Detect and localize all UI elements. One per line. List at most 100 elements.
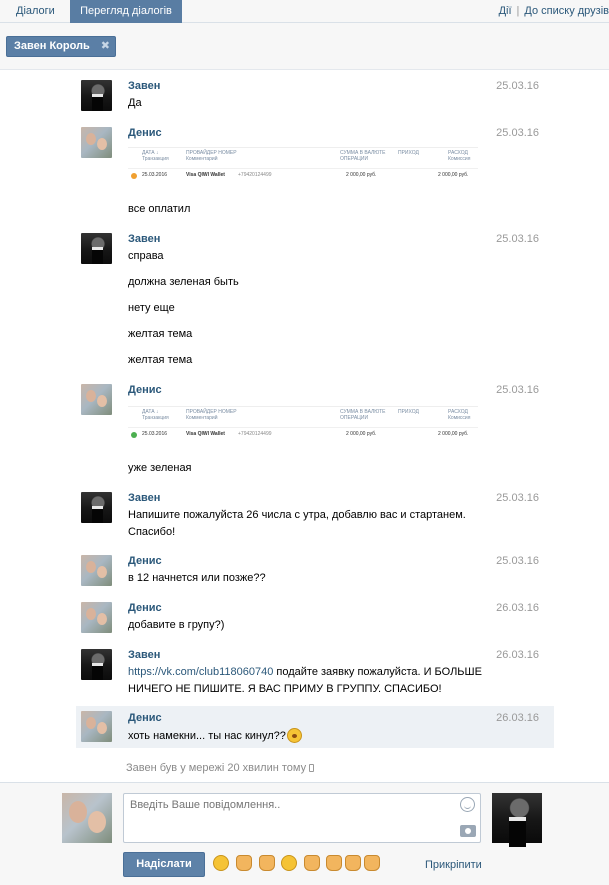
- message: Денис 26.03.16 добавите в групу?): [76, 600, 554, 640]
- message-author[interactable]: Завен: [128, 649, 160, 661]
- contact-filter-chip[interactable]: Завен Король ✖: [6, 36, 116, 57]
- message-text: Да: [128, 97, 142, 109]
- payment-number: +79420124499: [238, 172, 272, 178]
- group-link[interactable]: https://vk.com/club118060740: [128, 666, 273, 678]
- message-text: справа: [128, 250, 164, 262]
- check-icon: [131, 432, 137, 438]
- message-date: 25.03.16: [496, 233, 539, 245]
- message: Денис 25.03.16 ДАТА ↓ Транзакция ПРОВАЙД…: [76, 125, 554, 225]
- message-date: 25.03.16: [496, 80, 539, 92]
- separator: |: [516, 5, 520, 17]
- message-text: желтая тема: [128, 328, 193, 340]
- header-expense-sub: Комиссия: [448, 156, 471, 162]
- message-date: 26.03.16: [496, 649, 539, 661]
- message-author[interactable]: Денис: [128, 712, 162, 724]
- avatar[interactable]: [81, 555, 112, 586]
- message-author[interactable]: Денис: [128, 602, 162, 614]
- message-text: все оплатил: [128, 203, 191, 215]
- message: Завен 26.03.16 https://vk.com/club118060…: [76, 647, 554, 702]
- avatar[interactable]: [81, 233, 112, 264]
- message-text: НИЧЕГО НЕ ПИШИТЕ. Я ВАС ПРИМУ В ГРУППУ. …: [128, 683, 442, 695]
- message: Денис 25.03.16 ДАТА ↓ Транзакция ПРОВАЙД…: [76, 382, 554, 482]
- payment-header: ДАТА ↓ Транзакция ПРОВАЙДЕР НОМЕР Коммен…: [128, 409, 478, 423]
- recipient-avatar[interactable]: [492, 793, 542, 847]
- attach-button[interactable]: Прикріпити: [425, 859, 482, 871]
- avatar[interactable]: [81, 711, 112, 742]
- actions-link[interactable]: Дії: [499, 5, 512, 17]
- thumbs-up-icon[interactable]: [345, 855, 361, 871]
- chip-label: Завен Король: [14, 40, 90, 52]
- grinning-face-icon[interactable]: [281, 855, 297, 871]
- message-composer: Надіслати Прикріпити: [0, 782, 609, 885]
- message-author[interactable]: Завен: [128, 80, 160, 92]
- message-author[interactable]: Денис: [128, 555, 162, 567]
- payment-row: 25.03.2016 Visa QIWI Wallet +79420124499…: [128, 427, 478, 441]
- avatar[interactable]: [81, 80, 112, 111]
- payment-date: 25.03.2016: [142, 172, 168, 178]
- message-text-rest: подайте заявку пожалуйста. И БОЛЬШЕ: [273, 666, 482, 678]
- message-text: https://vk.com/club118060740 подайте зая…: [128, 666, 482, 678]
- message-date: 25.03.16: [496, 492, 539, 504]
- crying-face-icon[interactable]: [213, 855, 229, 871]
- to-friends-link[interactable]: До списку друзів: [524, 5, 609, 17]
- message-text: Спасибо!: [128, 526, 176, 538]
- message-author[interactable]: Завен: [128, 233, 160, 245]
- online-status: Завен був у мережі 20 хвилин тому: [126, 762, 315, 774]
- message-text: Напишите пожалуйста 26 числа с утра, доб…: [128, 509, 466, 521]
- pending-status-icon: [131, 173, 137, 179]
- status-text: Завен був у мережі 20 хвилин тому: [126, 762, 307, 774]
- avatar[interactable]: [81, 492, 112, 523]
- message-text: добавите в групу?): [128, 619, 225, 631]
- camera-icon[interactable]: [460, 825, 476, 837]
- payment-screenshot[interactable]: ДАТА ↓ Транзакция ПРОВАЙДЕР НОМЕР Коммен…: [128, 406, 478, 446]
- emoji-picker-icon[interactable]: [460, 797, 475, 812]
- header-sum-sub: ОПЕРАЦИИ: [340, 156, 369, 162]
- message-text: желтая тема: [128, 354, 193, 366]
- my-avatar[interactable]: [62, 793, 112, 843]
- message-date: 25.03.16: [496, 555, 539, 567]
- tab-dialogs[interactable]: Діалоги: [6, 0, 65, 23]
- message-text: в 12 начнется или позже??: [128, 572, 266, 584]
- message-text: уже зеленая: [128, 462, 192, 474]
- avatar[interactable]: [81, 649, 112, 680]
- thumbs-up-icon[interactable]: [236, 855, 252, 871]
- close-icon[interactable]: ✖: [101, 37, 110, 56]
- tab-dialog-view[interactable]: Перегляд діалогів: [70, 0, 182, 23]
- avatar[interactable]: [81, 602, 112, 633]
- message-author[interactable]: Завен: [128, 492, 160, 504]
- message-input[interactable]: [123, 793, 481, 843]
- message-text: нету еще: [128, 302, 175, 314]
- payment-date: 25.03.2016: [142, 431, 168, 437]
- payment-screenshot[interactable]: ДАТА ↓ Транзакция ПРОВАЙДЕР НОМЕР Коммен…: [128, 147, 478, 187]
- header-sum-sub: ОПЕРАЦИИ: [340, 415, 369, 421]
- payment-provider: Visa QIWI Wallet: [186, 172, 225, 178]
- mobile-phone-icon: [309, 764, 315, 772]
- avatar[interactable]: [81, 127, 112, 158]
- avatar[interactable]: [81, 384, 112, 415]
- send-button[interactable]: Надіслати: [123, 852, 205, 877]
- message-history[interactable]: Завен 25.03.16 Да Денис 25.03.16 ДАТА ↓ …: [0, 70, 609, 782]
- message: Завен 25.03.16 Напишите пожалуйста 26 чи…: [76, 490, 554, 545]
- header-date-sub: Транзакция: [142, 415, 169, 421]
- message: Завен 25.03.16 Да: [76, 78, 554, 118]
- payment-provider: Visa QIWI Wallet: [186, 431, 225, 437]
- raised-hand-icon[interactable]: [259, 855, 275, 871]
- filter-bar: Завен Король ✖: [0, 23, 609, 70]
- message-unread: Денис 26.03.16 хоть намекни... ты нас ки…: [76, 706, 554, 748]
- payment-sum: 2 000,00 руб.: [346, 431, 377, 437]
- ok-hand-icon[interactable]: [304, 855, 320, 871]
- payment-header: ДАТА ↓ Транзакция ПРОВАЙДЕР НОМЕР Коммен…: [128, 150, 478, 164]
- payment-sum: 2 000,00 руб.: [346, 172, 377, 178]
- thumbs-down-icon[interactable]: [364, 855, 380, 871]
- flexed-biceps-icon[interactable]: [326, 855, 342, 871]
- message-date: 26.03.16: [496, 712, 539, 724]
- message-author[interactable]: Денис: [128, 384, 162, 396]
- message-author[interactable]: Денис: [128, 127, 162, 139]
- message-date: 26.03.16: [496, 602, 539, 614]
- header-date-sub: Транзакция: [142, 156, 169, 162]
- header-income: ПРИХОД: [398, 150, 419, 156]
- message-text: должна зеленая быть: [128, 276, 239, 288]
- header-provider-sub: Комментарий: [186, 156, 218, 162]
- top-links: Дії | До списку друзів: [499, 0, 609, 23]
- message-text-body: хоть намекни... ты нас кинул??: [128, 730, 286, 742]
